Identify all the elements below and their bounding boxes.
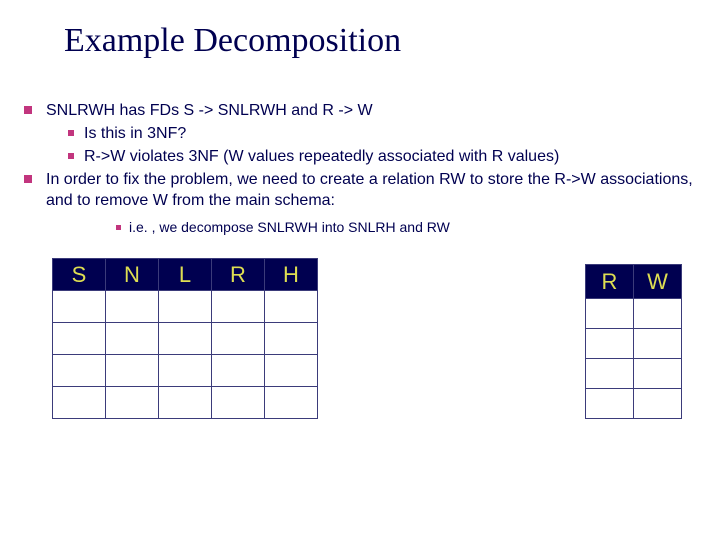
table-row	[586, 389, 682, 419]
table-snlrh: S N L R H	[52, 258, 318, 419]
table-header-row: R W	[586, 265, 682, 299]
bullet-level1: In order to fix the problem, we need to …	[24, 169, 696, 211]
col-header: S	[53, 259, 106, 291]
col-header: N	[106, 259, 159, 291]
table-row	[53, 291, 318, 323]
bullet-text: In order to fix the problem, we need to …	[46, 169, 696, 211]
bullet-text: i.e. , we decompose SNLRWH into SNLRH an…	[129, 218, 696, 236]
bullet-text: SNLRWH has FDs S -> SNLRWH and R -> W	[46, 100, 696, 121]
slide-body: SNLRWH has FDs S -> SNLRWH and R -> W Is…	[0, 60, 720, 236]
table-row	[53, 323, 318, 355]
col-header: R	[586, 265, 634, 299]
table-header-row: S N L R H	[53, 259, 318, 291]
table-row	[53, 355, 318, 387]
slide-title: Example Decomposition	[0, 0, 720, 60]
col-header: R	[212, 259, 265, 291]
square-bullet-icon	[116, 225, 121, 230]
bullet-text: Is this in 3NF?	[84, 123, 696, 144]
col-header: W	[634, 265, 682, 299]
bullet-level3: i.e. , we decompose SNLRWH into SNLRH an…	[116, 218, 696, 236]
square-bullet-icon	[68, 153, 74, 159]
bullet-level2: Is this in 3NF?	[68, 123, 696, 144]
table-rw: R W	[585, 264, 682, 419]
table-row	[586, 329, 682, 359]
bullet-text: R->W violates 3NF (W values repeatedly a…	[84, 146, 696, 167]
col-header: L	[159, 259, 212, 291]
col-header: H	[265, 259, 318, 291]
tables-container: S N L R H R W	[0, 238, 720, 419]
bullet-level1: SNLRWH has FDs S -> SNLRWH and R -> W	[24, 100, 696, 121]
square-bullet-icon	[68, 130, 74, 136]
square-bullet-icon	[24, 175, 32, 183]
table-row	[586, 299, 682, 329]
table-row	[586, 359, 682, 389]
bullet-level2: R->W violates 3NF (W values repeatedly a…	[68, 146, 696, 167]
square-bullet-icon	[24, 106, 32, 114]
table-row	[53, 387, 318, 419]
